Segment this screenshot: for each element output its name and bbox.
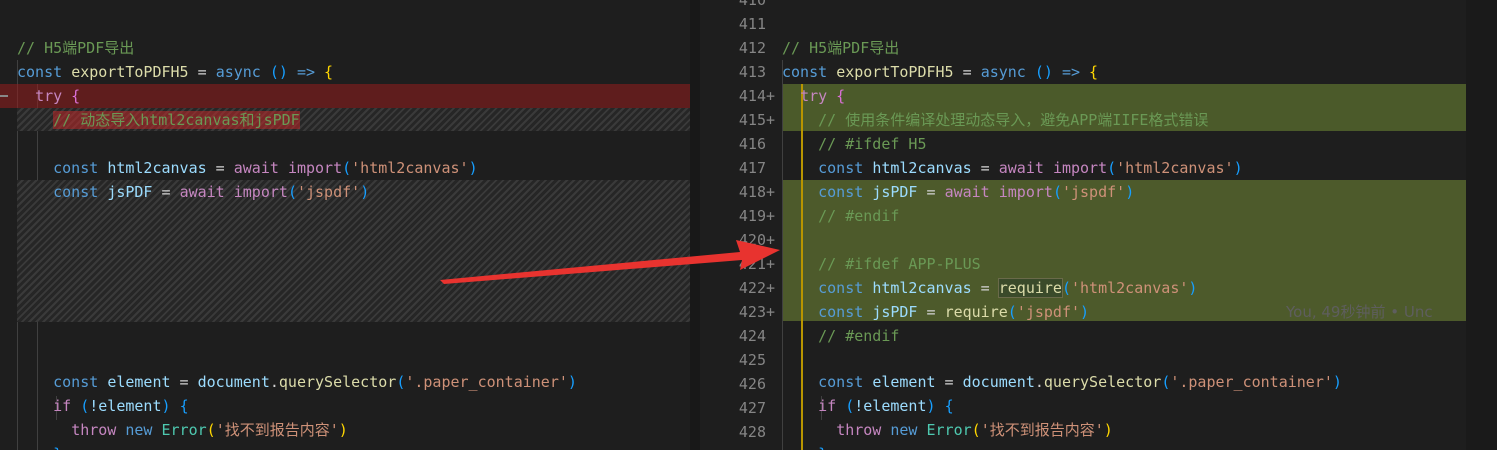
code-line: throw new Error('找不到报告内容') [71, 421, 348, 439]
comment-text: // 动态导入html2canvas和jsPDF [53, 111, 300, 129]
code-line: throw new Error('找不到报告内容') [836, 421, 1113, 439]
comment-text: // #endif [818, 327, 900, 345]
string: 'jspdf' [296, 183, 361, 201]
code-line-added: // 使用条件编译处理动态导入，避免APP端IIFE格式错误 [700, 84, 1497, 129]
code-line: } [700, 418, 1497, 450]
comment-text: // #endif [818, 207, 900, 225]
code-line-removed: // 动态导入html2canvas和jsPDF [0, 84, 690, 129]
code-line-added: // #ifdef H5 [700, 108, 1497, 153]
code-line: const html2canvas = await import('html2c… [818, 159, 1243, 177]
code-line-added: const html2canvas = require('html2canvas… [700, 252, 1497, 321]
code-line: const jsPDF = await import('jspdf') [53, 183, 370, 201]
code-line: const exportToPDFH5 = async () => { [782, 63, 1099, 81]
code-line-added: const jsPDF = require('jspdf') [818, 303, 1090, 321]
operator: = [152, 183, 180, 201]
keyword: import [233, 183, 288, 201]
code-line-added: // #ifdef APP-PLUS [700, 228, 1497, 273]
variable: jsPDF [107, 183, 153, 201]
code-line-added: // #endif [700, 180, 1497, 225]
code-line: if (!element) { [818, 397, 954, 415]
keyword: await [179, 183, 225, 201]
code-line: const html2canvas = await import('html2c… [53, 159, 478, 177]
added-line-marker: + [766, 207, 776, 225]
code-line: try { [35, 87, 81, 105]
code-line: const element = document.querySelector('… [53, 373, 577, 391]
diff-original-pane[interactable]: // H5端PDF导出 const exportToPDFH5 = async … [0, 0, 690, 450]
line-number: 410 [700, 0, 1497, 12]
code-line: // H5端PDF导出 [700, 12, 1497, 57]
diff-editor: // H5端PDF导出 const exportToPDFH5 = async … [0, 0, 1497, 450]
code-line-added: // #endif [700, 300, 1497, 345]
bracket: } [818, 445, 827, 450]
code-line: try { [800, 87, 846, 105]
minimap[interactable] [1466, 0, 1497, 450]
code-line: const element = document.querySelector('… [818, 373, 1342, 391]
keyword: const [53, 183, 99, 201]
code-line: // H5端PDF导出 [0, 12, 690, 57]
bracket: } [53, 445, 62, 450]
line-number-value: 410 [738, 0, 766, 9]
diff-modified-pane[interactable]: 410 411 412 413 414 +415 +416 417 418 +419 +420 +42… [700, 0, 1497, 450]
code-line: if (!element) { [53, 397, 189, 415]
code-line: } [0, 418, 690, 450]
code-line: const exportToPDFH5 = async () => { [17, 63, 334, 81]
diff-splitter[interactable] [690, 0, 700, 450]
code-line: const jsPDF = await import('jspdf') [818, 183, 1135, 201]
